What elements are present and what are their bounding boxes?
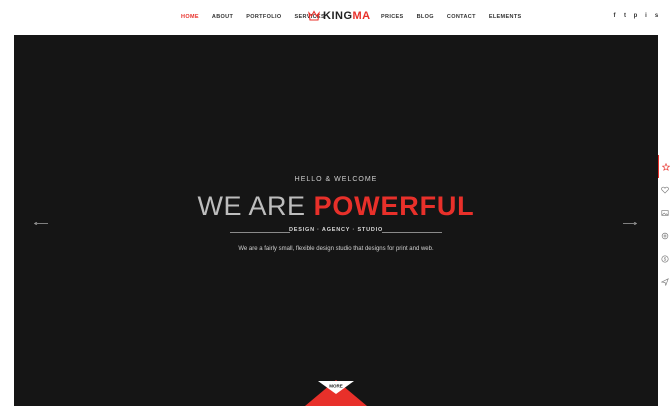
nav-prices[interactable]: PRICES	[381, 14, 404, 20]
sidebar-send[interactable]	[658, 270, 672, 293]
nav-blog[interactable]: BLOG	[417, 14, 434, 20]
hero-tagline: DESIGN · AGENCY · STUDIO	[288, 227, 384, 233]
logo-text: KINGMA	[323, 10, 371, 22]
hero-tagline-row: DESIGN · AGENCY · STUDIO	[230, 227, 442, 236]
sidebar-settings[interactable]	[658, 224, 672, 247]
nav-right: PRICES BLOG CONTACT ELEMENTS	[381, 14, 535, 20]
hero-greeting: HELLO & WELCOME	[294, 176, 378, 183]
star-icon	[661, 162, 670, 171]
sidebar-heart[interactable]	[658, 178, 672, 201]
sidebar-pricing[interactable]: $	[658, 247, 672, 270]
send-icon	[661, 277, 669, 286]
nav-home[interactable]: HOME	[181, 14, 199, 20]
logo[interactable]: KINGMA	[308, 10, 371, 22]
side-toolbar: $	[658, 155, 672, 293]
crown-icon	[308, 10, 320, 21]
nav-about[interactable]: ABOUT	[212, 14, 233, 20]
hero-headline: WE ARE POWERFUL	[14, 189, 658, 223]
pinterest-icon[interactable]: p	[633, 13, 638, 20]
nav-portfolio[interactable]: PORTFOLIO	[246, 14, 281, 20]
svg-text:$: $	[664, 256, 667, 261]
dollar-icon: $	[661, 254, 669, 263]
more-label: MORE	[329, 383, 343, 388]
sidebar-image[interactable]	[658, 201, 672, 224]
instagram-icon[interactable]: i	[644, 13, 649, 20]
image-icon	[661, 209, 669, 216]
nav-elements[interactable]: ELEMENTS	[489, 14, 522, 20]
headline-bold: POWERFUL	[313, 191, 475, 221]
sidebar-star[interactable]	[658, 155, 672, 178]
hero-description: We are a fairly small, flexible design s…	[238, 246, 434, 252]
site-header: HOME ABOUT PORTFOLIO SERVICES KINGMA PRI…	[0, 0, 672, 35]
more-button[interactable]: MORE	[305, 376, 367, 406]
facebook-icon[interactable]: f	[612, 13, 617, 20]
skype-icon[interactable]: s	[654, 13, 659, 20]
headline-thin: WE ARE	[197, 191, 314, 221]
twitter-icon[interactable]: t	[623, 13, 628, 20]
gear-icon	[661, 232, 669, 239]
nav-contact[interactable]: CONTACT	[447, 14, 476, 20]
heart-icon	[661, 186, 669, 193]
social-links: f t p i s	[612, 13, 665, 20]
hero-section: HELLO & WELCOME WE ARE POWERFUL DESIGN ·…	[14, 35, 658, 406]
